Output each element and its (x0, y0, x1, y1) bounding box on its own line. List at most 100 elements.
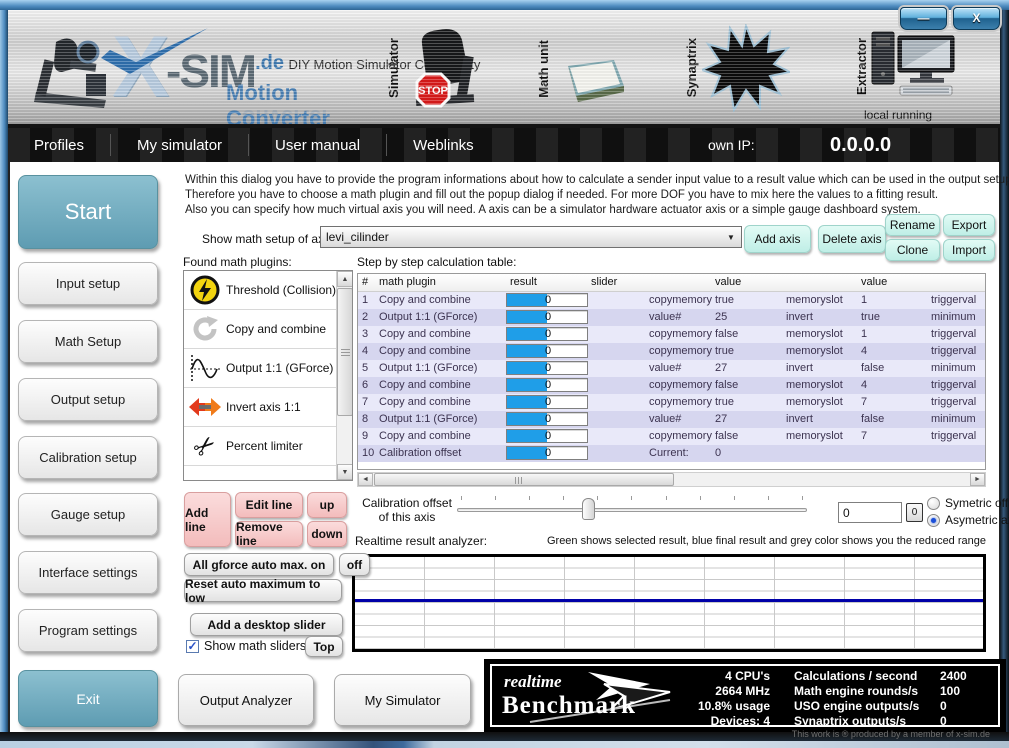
extractor-status: local running (864, 108, 974, 122)
table-row[interactable]: 4Copy and combine 0 copymemorytrue memor… (358, 343, 985, 360)
show-math-sliders-checkbox[interactable]: ✓ (186, 640, 199, 653)
export-axis-button[interactable]: Export (943, 214, 995, 236)
sidebar-item-start[interactable]: Start (18, 175, 158, 249)
simulator-seat-stop-icon: STOP (408, 26, 482, 112)
slider-track[interactable] (457, 508, 807, 512)
table-row[interactable]: 2Output 1:1 (GForce) 0 value#25 inverttr… (358, 309, 985, 326)
gforce-auto-max-off-button[interactable]: off (339, 553, 370, 576)
table-h-scrollbar[interactable]: ◄ ► (357, 472, 986, 487)
move-down-button[interactable]: down (307, 521, 347, 547)
benchmark-brand-line1: realtime (504, 672, 562, 692)
plugin-item-copy-combine[interactable]: Copy and combine (184, 310, 352, 349)
edit-line-button[interactable]: Edit line (235, 492, 303, 518)
add-desktop-slider-button[interactable]: Add a desktop slider (190, 613, 343, 636)
result-bar-fill (507, 413, 547, 425)
sidebar-item-program-settings[interactable]: Program settings (18, 609, 158, 652)
sidebar-item-interface-settings[interactable]: Interface settings (18, 551, 158, 594)
result-bar: 0 (506, 293, 588, 307)
col-value-2: value (861, 276, 887, 288)
result-bar-fill (507, 396, 547, 408)
radio-asymetric-offset[interactable]: Asymetric axis offset (full range) (927, 513, 1009, 527)
table-row[interactable]: 6Copy and combine 0 copymemoryfalse memo… (358, 377, 985, 394)
clone-axis-button[interactable]: Clone (885, 239, 940, 261)
menu-user-manual[interactable]: User manual (249, 137, 386, 154)
table-panel-label: Step by step calculation table: (357, 255, 516, 269)
top-button[interactable]: Top (305, 636, 343, 657)
gforce-auto-max-on-button[interactable]: All gforce auto max. on (184, 553, 334, 576)
sidebar-item-gauge-setup[interactable]: Gauge setup (18, 493, 158, 536)
result-bar-fill (507, 447, 547, 459)
sidebar-item-output-setup[interactable]: Output setup (18, 378, 158, 421)
table-row[interactable]: 9Copy and combine 0 copymemoryfalse memo… (358, 428, 985, 445)
result-bar: 0 (506, 446, 588, 460)
scrollbar-grip (341, 349, 350, 357)
show-math-sliders-label: Show math sliders (204, 639, 306, 653)
scissors-icon: ✂ (183, 421, 231, 472)
reset-auto-maximum-button[interactable]: Reset auto maximum to low (184, 579, 342, 602)
slider-thumb[interactable] (582, 498, 595, 520)
calibration-offset-slider[interactable] (457, 494, 807, 526)
scroll-left-icon[interactable]: ◄ (358, 473, 373, 486)
app-window: — X X -SIM.de DIY Motion Simulator Commu… (0, 0, 1009, 748)
sidebar-item-math-setup[interactable]: Math Setup (18, 320, 158, 363)
menu-my-simulator[interactable]: My simulator (111, 137, 248, 154)
table-row[interactable]: 1Copy and combine 0 copymemorytrue memor… (358, 292, 985, 309)
menu-weblinks[interactable]: Weblinks (387, 137, 500, 154)
col-result: result (510, 276, 537, 288)
remove-line-button[interactable]: Remove line (235, 521, 303, 547)
radio-icon (927, 497, 940, 510)
final-result-line (355, 599, 983, 602)
plugins-scrollbar-thumb[interactable] (337, 288, 353, 416)
add-axis-button[interactable]: Add axis (744, 225, 811, 253)
plugin-item-output-gforce[interactable]: Output 1:1 (GForce) (184, 349, 352, 388)
result-bar-fill (507, 345, 547, 357)
rename-axis-button[interactable]: Rename (885, 214, 940, 236)
offset-zero-button[interactable]: 0 (906, 503, 923, 522)
plugin-item-percent-limiter[interactable]: ✂ Percent limiter (184, 427, 352, 466)
delete-axis-button[interactable]: Delete axis (818, 225, 886, 253)
table-row[interactable]: 3Copy and combine 0 copymemoryfalse memo… (358, 326, 985, 343)
offset-value-input[interactable] (838, 502, 902, 523)
table-h-scrollbar-thumb[interactable] (374, 473, 674, 486)
axis-dropdown-value: levi_cilinder (326, 230, 389, 244)
add-line-button[interactable]: Add line (184, 492, 231, 547)
import-axis-button[interactable]: Import (943, 239, 995, 261)
plugins-scrollbar[interactable]: ▲ ▼ (336, 271, 352, 480)
computer-icon (870, 28, 960, 98)
result-bar-fill (507, 362, 547, 374)
output-analyzer-button[interactable]: Output Analyzer (178, 674, 314, 726)
sidebar-item-exit[interactable]: Exit (18, 670, 158, 727)
titlebar-controls: — X (900, 7, 1000, 30)
close-button[interactable]: X (953, 7, 1000, 30)
radio-symetric-offset[interactable]: Symetric offset (reduce range) (927, 496, 1009, 510)
move-up-button[interactable]: up (307, 492, 347, 518)
col-num: # (362, 276, 368, 288)
minimize-icon: — (918, 11, 930, 25)
description-line-3: Also you can specify how much virtual ax… (185, 204, 921, 216)
result-bar: 0 (506, 378, 588, 392)
scroll-up-icon[interactable]: ▲ (337, 271, 353, 287)
scroll-right-icon[interactable]: ► (970, 473, 985, 486)
sidebar-item-input-setup[interactable]: Input setup (18, 262, 158, 305)
copyright-marquee: This work is ® produced by a member of x… (690, 729, 990, 739)
cpu-chip-icon (556, 52, 628, 112)
plugin-item-threshold[interactable]: Threshold (Collision) (184, 271, 352, 310)
my-simulator-button[interactable]: My Simulator (334, 674, 471, 726)
minimize-button[interactable]: — (900, 7, 947, 30)
table-row[interactable]: 8Output 1:1 (GForce) 0 value#27 invertfa… (358, 411, 985, 428)
star-burst-icon (702, 24, 790, 112)
module-label-simulator: Simulator (386, 38, 401, 98)
scroll-down-icon[interactable]: ▼ (337, 464, 353, 480)
menu-profiles[interactable]: Profiles (8, 137, 110, 154)
sidebar-item-calibration-setup[interactable]: Calibration setup (18, 436, 158, 479)
table-row[interactable]: 10Calibration offset 0 Current:0 (358, 445, 985, 462)
benchmark-panel: realtime Benchmark 4 CPU's 2664 MHz 10.8… (484, 659, 1006, 732)
sine-wave-icon (184, 353, 226, 383)
table-row[interactable]: 5Output 1:1 (GForce) 0 value#27 invertfa… (358, 360, 985, 377)
table-row[interactable]: 7Copy and combine 0 copymemorytrue memor… (358, 394, 985, 411)
axis-dropdown[interactable]: levi_cilinder ▼ (320, 226, 742, 248)
result-bar-fill (507, 311, 547, 323)
plugin-item-partial[interactable]: † (184, 466, 352, 481)
description-line-2: Therefore you have to choose a math plug… (185, 189, 938, 201)
module-label-math-unit: Math unit (536, 40, 551, 98)
